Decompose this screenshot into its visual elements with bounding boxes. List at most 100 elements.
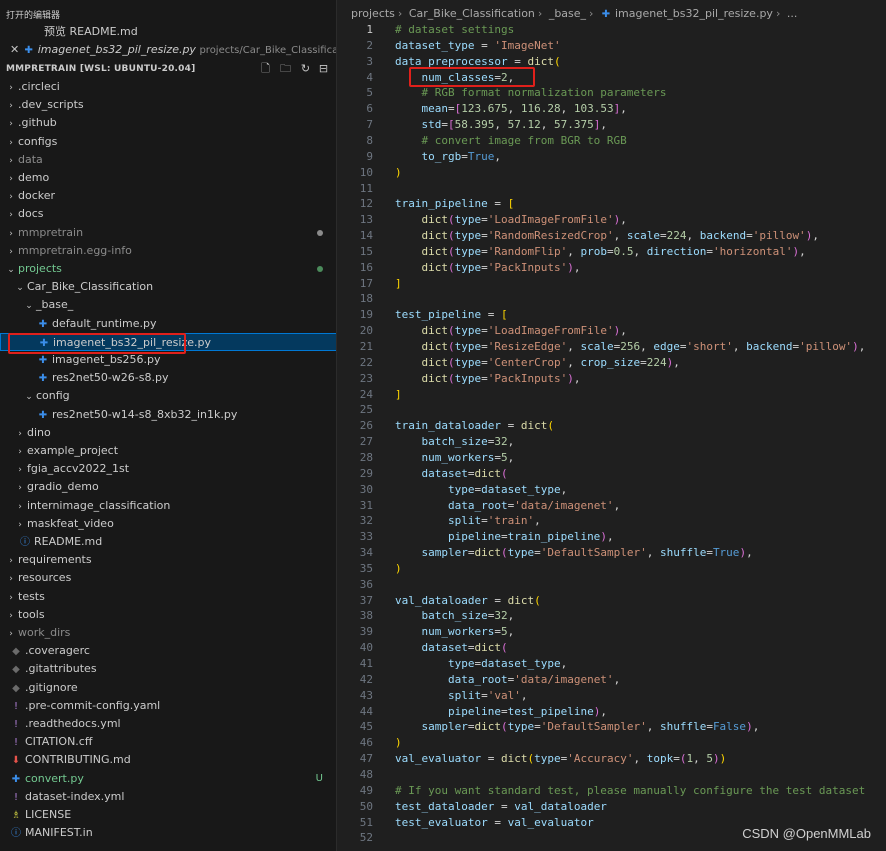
code-line[interactable]: 35) — [337, 561, 886, 577]
code-line[interactable]: 33 pipeline=train_pipeline), — [337, 529, 886, 545]
breadcrumb-item[interactable]: ... — [787, 7, 798, 20]
tree-item[interactable]: ⓘ MANIFEST.in — [0, 824, 336, 842]
tree-item[interactable]: › configs — [0, 133, 336, 151]
tree-item[interactable]: › example_project — [0, 442, 336, 460]
code-line[interactable]: 14 dict(type='RandomResizedCrop', scale=… — [337, 228, 886, 244]
tree-item[interactable]: › docker — [0, 187, 336, 205]
tree-item[interactable]: ✚ res2net50-w14-s8_8xb32_in1k.py — [0, 406, 336, 424]
refresh-icon[interactable]: ↻ — [299, 62, 312, 75]
code-line[interactable]: 8 # convert image from BGR to RGB — [337, 133, 886, 149]
code-line[interactable]: 9 to_rgb=True, — [337, 149, 886, 165]
tree-item[interactable]: › maskfeat_video — [0, 515, 336, 533]
tree-item[interactable]: ⬇ CONTRIBUTING.md — [0, 751, 336, 769]
new-folder-icon[interactable]: 🗀 — [279, 62, 292, 75]
tree-item[interactable]: › requirements — [0, 551, 336, 569]
code-line[interactable]: 22 dict(type='CenterCrop', crop_size=224… — [337, 355, 886, 371]
tree-item[interactable]: › internimage_classification — [0, 497, 336, 515]
open-editors-title[interactable]: 打开的编辑器 — [6, 8, 60, 21]
tree-item[interactable]: › mmpretrain.egg-info — [0, 242, 336, 260]
tree-item[interactable]: ! dataset-index.yml — [0, 788, 336, 806]
tree-item[interactable]: ⓘ README.md — [0, 533, 336, 551]
breadcrumb-item[interactable]: projects — [351, 7, 395, 20]
tree-item[interactable]: › data — [0, 151, 336, 169]
code-line[interactable]: 26 train_dataloader = dict( — [337, 418, 886, 434]
tree-item[interactable]: ⌄ projects — [0, 260, 336, 278]
tree-item[interactable]: ✚ imagenet_bs32_pil_resize.py — [0, 332, 336, 351]
tree-item[interactable]: › docs — [0, 205, 336, 223]
code-line[interactable]: 48 — [337, 767, 886, 783]
tree-item[interactable]: › dino — [0, 424, 336, 442]
tree-item[interactable]: › tests — [0, 588, 336, 606]
tree-item[interactable]: › .github — [0, 114, 336, 132]
explorer-title[interactable]: MMPRETRAIN [WSL: UBUNTU-20.04] — [6, 64, 195, 74]
code-line[interactable]: 6 mean=[123.675, 116.28, 103.53], — [337, 101, 886, 117]
tree-item[interactable]: › tools — [0, 606, 336, 624]
code-line[interactable]: 20 dict(type='LoadImageFromFile'), — [337, 323, 886, 339]
code-line[interactable]: 19 test_pipeline = [ — [337, 307, 886, 323]
tree-item[interactable]: › mmpretrain — [0, 224, 336, 242]
code-line[interactable]: 10) — [337, 165, 886, 181]
tree-item[interactable]: › demo — [0, 169, 336, 187]
code-line[interactable]: 21 dict(type='ResizeEdge', scale=256, ed… — [337, 339, 886, 355]
code-line[interactable]: 28 num_workers=5, — [337, 450, 886, 466]
code-line[interactable]: 29 dataset=dict( — [337, 466, 886, 482]
code-line[interactable]: 2 dataset_type = 'ImageNet' — [337, 38, 886, 54]
breadcrumb-item[interactable]: Car_Bike_Classification — [409, 7, 535, 20]
close-icon[interactable]: ✕ — [10, 43, 19, 56]
code-line[interactable]: 38 batch_size=32, — [337, 608, 886, 624]
tree-item[interactable]: ! .pre-commit-config.yaml — [0, 697, 336, 715]
tree-item[interactable]: ✚ convert.py U — [0, 770, 336, 788]
open-editor-imagenet[interactable]: ✕ ✚ imagenet_bs32_pil_resize.py projects/… — [0, 41, 336, 59]
tree-item[interactable]: › .circleci — [0, 78, 336, 96]
collapse-icon[interactable]: ⊟ — [317, 62, 330, 75]
tree-item[interactable]: ! .readthedocs.yml — [0, 715, 336, 733]
code-line[interactable]: 41 type=dataset_type, — [337, 656, 886, 672]
new-file-icon[interactable]: 🗋 — [259, 62, 272, 75]
code-line[interactable]: 32 split='train', — [337, 513, 886, 529]
tree-item[interactable]: › fgia_accv2022_1st — [0, 460, 336, 478]
code-line[interactable]: 7 std=[58.395, 57.12, 57.375], — [337, 117, 886, 133]
code-line[interactable]: 37 val_dataloader = dict( — [337, 593, 886, 609]
code-line[interactable]: 11 — [337, 181, 886, 197]
code-line[interactable]: 49 # If you want standard test, please ma… — [337, 783, 886, 799]
tree-item[interactable]: › resources — [0, 569, 336, 587]
tree-item[interactable]: ✚ default_runtime.py — [0, 315, 336, 333]
tree-item[interactable]: ◆ .gitattributes — [0, 660, 336, 678]
tree-item[interactable]: ✚ imagenet_bs256.py — [0, 351, 336, 369]
tree-item[interactable]: ✚ res2net50-w26-s8.py — [0, 369, 336, 387]
code-line[interactable]: 18 — [337, 291, 886, 307]
open-editor-readme[interactable]: 预览 README.md — [0, 23, 336, 41]
code-line[interactable]: 24] — [337, 387, 886, 403]
code-line[interactable]: 40 dataset=dict( — [337, 640, 886, 656]
code-editor[interactable]: projects › Car_Bike_Classification › _base… — [337, 0, 886, 851]
tree-item[interactable]: ! CITATION.cff — [0, 733, 336, 751]
code-line[interactable]: 30 type=dataset_type, — [337, 482, 886, 498]
code-line[interactable]: 25 — [337, 402, 886, 418]
code-line[interactable]: 42 data_root='data/imagenet', — [337, 672, 886, 688]
code-line[interactable]: 4 num_classes=2, — [337, 70, 886, 86]
code-line[interactable]: 34 sampler=dict(type='DefaultSampler', s… — [337, 545, 886, 561]
tree-item[interactable]: › work_dirs — [0, 624, 336, 642]
code-line[interactable]: 16 dict(type='PackInputs'), — [337, 260, 886, 276]
code-line[interactable]: 50 test_dataloader = val_dataloader — [337, 799, 886, 815]
tree-item[interactable]: › gradio_demo — [0, 478, 336, 496]
code-line[interactable]: 44 pipeline=test_pipeline), — [337, 704, 886, 720]
code-line[interactable]: 43 split='val', — [337, 688, 886, 704]
tree-item[interactable]: ♗ LICENSE — [0, 806, 336, 824]
tree-item[interactable]: ⌄ _base_ — [0, 296, 336, 314]
tree-item[interactable]: ◆ .coveragerc — [0, 642, 336, 660]
code-line[interactable]: 5 # RGB format normalization parameters — [337, 85, 886, 101]
code-line[interactable]: 36 — [337, 577, 886, 593]
tree-item[interactable]: › .dev_scripts — [0, 96, 336, 114]
code-line[interactable]: 12 train_pipeline = [ — [337, 196, 886, 212]
code-line[interactable]: 15 dict(type='RandomFlip', prob=0.5, dir… — [337, 244, 886, 260]
breadcrumb-item[interactable]: imagenet_bs32_pil_resize.py — [615, 7, 773, 20]
code-line[interactable]: 3 data_preprocessor = dict( — [337, 54, 886, 70]
breadcrumb-item[interactable]: _base_ — [549, 7, 586, 20]
tree-item[interactable]: ⌄ config — [0, 387, 336, 405]
code-line[interactable]: 47 val_evaluator = dict(type='Accuracy', … — [337, 751, 886, 767]
code-line[interactable]: 27 batch_size=32, — [337, 434, 886, 450]
code-line[interactable]: 23 dict(type='PackInputs'), — [337, 371, 886, 387]
code-line[interactable]: 31 data_root='data/imagenet', — [337, 498, 886, 514]
code-line[interactable]: 46) — [337, 735, 886, 751]
